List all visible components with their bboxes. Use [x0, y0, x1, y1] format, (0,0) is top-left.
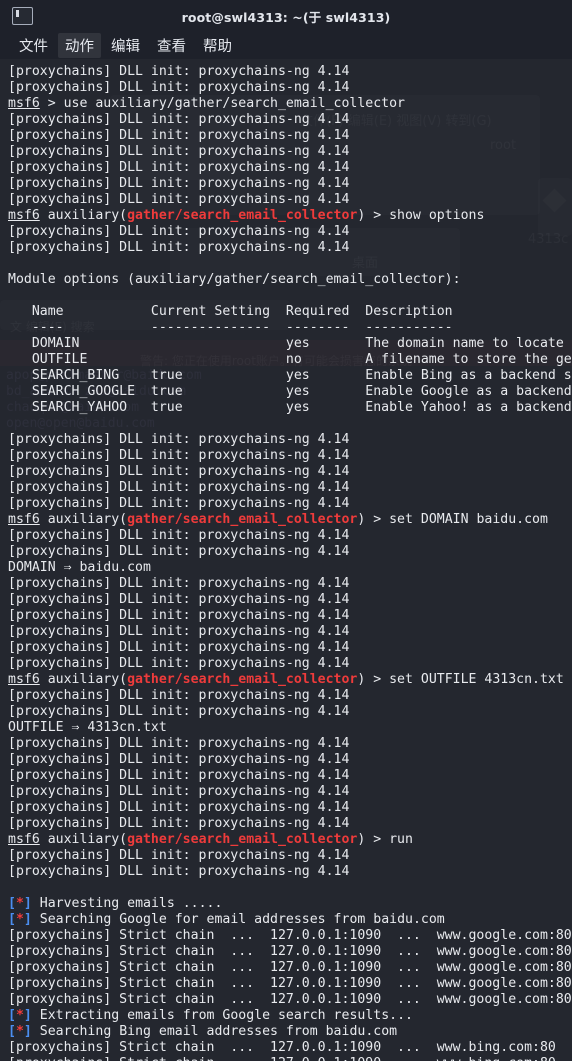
menu-item-0[interactable]: 文件	[12, 33, 55, 58]
terminal-line: Module options (auxiliary/gather/search_…	[8, 272, 461, 287]
terminal-line: [proxychains] DLL init: proxychains-ng 4…	[8, 624, 350, 639]
terminal-line: [proxychains] Strict chain ... 127.0.0.1…	[8, 1040, 556, 1055]
terminal-status-line: [*] Searching Bing email addresses from …	[8, 1024, 398, 1039]
menu-item-2[interactable]: 编辑	[104, 33, 147, 58]
terminal-prompt-line: msf6 auxiliary(gather/search_email_colle…	[8, 672, 564, 687]
terminal-line: [proxychains] DLL init: proxychains-ng 4…	[8, 608, 350, 623]
terminal-line: [proxychains] DLL init: proxychains-ng 4…	[8, 576, 350, 591]
terminal-line: [proxychains] DLL init: proxychains-ng 4…	[8, 192, 350, 207]
menu-item-4[interactable]: 帮助	[196, 33, 239, 58]
terminal-line: OUTFILE no A filename to store the ge	[8, 352, 572, 367]
terminal-line: [proxychains] DLL init: proxychains-ng 4…	[8, 656, 350, 671]
terminal-line: [proxychains] DLL init: proxychains-ng 4…	[8, 176, 350, 191]
terminal-line: [proxychains] Strict chain ... 127.0.0.1…	[8, 976, 572, 991]
terminal-line: [proxychains] DLL init: proxychains-ng 4…	[8, 480, 350, 495]
terminal-line: [proxychains] DLL init: proxychains-ng 4…	[8, 224, 350, 239]
terminal-line: [proxychains] DLL init: proxychains-ng 4…	[8, 752, 350, 767]
prompt-name: msf6	[8, 512, 40, 527]
terminal-line: [proxychains] DLL init: proxychains-ng 4…	[8, 688, 350, 703]
status-asterisk: *	[15, 1024, 24, 1039]
terminal-line: [proxychains] DLL init: proxychains-ng 4…	[8, 640, 350, 655]
terminal-prompt-line: msf6 > use auxiliary/gather/search_email…	[8, 96, 405, 111]
terminal-line: [proxychains] Strict chain ... 127.0.0.1…	[8, 960, 572, 975]
terminal-line: [proxychains] DLL init: proxychains-ng 4…	[8, 592, 350, 607]
terminal-line: [proxychains] DLL init: proxychains-ng 4…	[8, 816, 350, 831]
terminal-line: [proxychains] DLL init: proxychains-ng 4…	[8, 864, 350, 879]
terminal-line: [proxychains] Strict chain ... 127.0.0.1…	[8, 944, 572, 959]
terminal-line: [proxychains] DLL init: proxychains-ng 4…	[8, 784, 350, 799]
terminal-status-line: [*] Extracting emails from Google search…	[8, 1008, 413, 1023]
terminal-line: [proxychains] DLL init: proxychains-ng 4…	[8, 128, 350, 143]
terminal-line: [proxychains] DLL init: proxychains-ng 4…	[8, 112, 350, 127]
status-asterisk: *	[15, 912, 24, 927]
prompt-name: msf6	[8, 208, 40, 223]
terminal-window: 文件(F) 编辑(E) 视图(V) 转到(G)root桌面4313c文 编辑(E…	[0, 0, 572, 1061]
title-bar[interactable]: root@swl4313: ~(于 swl4313)	[0, 0, 572, 32]
terminal-line: [proxychains] DLL init: proxychains-ng 4…	[8, 704, 350, 719]
prompt-name: msf6	[8, 672, 40, 687]
terminal-line: [proxychains] DLL init: proxychains-ng 4…	[8, 848, 350, 863]
terminal-line: [proxychains] DLL init: proxychains-ng 4…	[8, 800, 350, 815]
terminal-line: [proxychains] DLL init: proxychains-ng 4…	[8, 144, 350, 159]
prompt-module-name: gather/search_email_collector	[127, 512, 358, 527]
terminal-line: [proxychains] DLL init: proxychains-ng 4…	[8, 768, 350, 783]
terminal-status-line: [*] Harvesting emails .....	[8, 896, 223, 911]
status-asterisk: *	[15, 896, 24, 911]
terminal-prompt-line: msf6 auxiliary(gather/search_email_colle…	[8, 832, 413, 847]
terminal-line: [proxychains] Strict chain ... 127.0.0.1…	[0, 1056, 572, 1061]
window-title: root@swl4313: ~(于 swl4313)	[181, 9, 391, 25]
terminal-status-line: [*] Searching Google for email addresses…	[8, 912, 445, 927]
terminal-line: ---- --------------- -------- ----------…	[8, 320, 453, 335]
terminal-line: [proxychains] DLL init: proxychains-ng 4…	[8, 464, 350, 479]
terminal-line: DOMAIN yes The domain name to locate	[8, 336, 564, 351]
menu-bar[interactable]: 文件 动作 编辑 查看 帮助	[0, 32, 572, 59]
terminal-line: OUTFILE ⇒ 4313cn.txt	[8, 720, 167, 735]
terminal-line: [proxychains] DLL init: proxychains-ng 4…	[8, 160, 350, 175]
prompt-module-name: gather/search_email_collector	[127, 672, 358, 687]
terminal-output[interactable]: [proxychains] DLL init: proxychains-ng 4…	[0, 59, 572, 1061]
status-asterisk: *	[15, 1008, 24, 1023]
terminal-line: [proxychains] DLL init: proxychains-ng 4…	[8, 432, 350, 447]
terminal-line: [proxychains] DLL init: proxychains-ng 4…	[8, 736, 350, 751]
menu-item-3[interactable]: 查看	[150, 33, 193, 58]
terminal-line: [proxychains] Strict chain ... 127.0.0.1…	[8, 928, 572, 943]
terminal-line: SEARCH_YAHOO true yes Enable Yahoo! as a…	[8, 400, 572, 415]
terminal-line: [proxychains] DLL init: proxychains-ng 4…	[8, 528, 350, 543]
terminal-line: Name Current Setting Required Descriptio…	[8, 304, 453, 319]
terminal-line: [proxychains] DLL init: proxychains-ng 4…	[8, 80, 350, 95]
terminal-line: [proxychains] DLL init: proxychains-ng 4…	[8, 544, 350, 559]
terminal-prompt-line: msf6 auxiliary(gather/search_email_colle…	[8, 512, 548, 527]
terminal-prompt-line: msf6 auxiliary(gather/search_email_colle…	[8, 208, 485, 223]
terminal-line: [proxychains] Strict chain ... 127.0.0.1…	[8, 992, 572, 1007]
prompt-module-name: gather/search_email_collector	[127, 208, 358, 223]
terminal-line: [proxychains] DLL init: proxychains-ng 4…	[8, 64, 350, 79]
prompt-name: msf6	[8, 96, 40, 111]
terminal-line: SEARCH_GOOGLE true yes Enable Google as …	[8, 384, 572, 399]
terminal-line: [proxychains] DLL init: proxychains-ng 4…	[8, 240, 350, 255]
prompt-module-name: gather/search_email_collector	[127, 832, 358, 847]
terminal-icon	[12, 7, 33, 25]
prompt-name: msf6	[8, 832, 40, 847]
terminal-line: DOMAIN ⇒ baidu.com	[8, 560, 151, 575]
menu-item-1[interactable]: 动作	[58, 33, 101, 58]
terminal-line: SEARCH_BING true yes Enable Bing as a ba…	[8, 368, 572, 383]
terminal-line: [proxychains] DLL init: proxychains-ng 4…	[8, 448, 350, 463]
terminal-line: [proxychains] DLL init: proxychains-ng 4…	[8, 496, 350, 511]
